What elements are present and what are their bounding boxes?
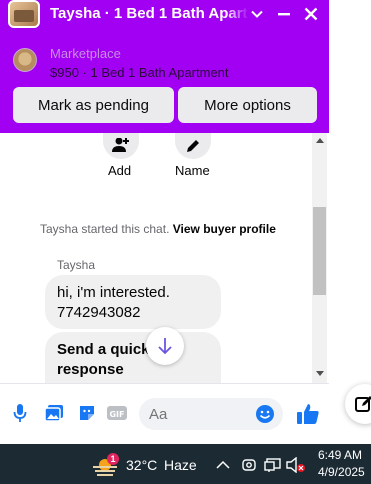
scroll-to-bottom-button[interactable]	[146, 327, 184, 365]
marketplace-label: Marketplace	[50, 46, 121, 61]
chevron-down-icon[interactable]	[245, 2, 269, 26]
edit-name-button[interactable]	[175, 133, 211, 159]
scroll-up-arrow[interactable]	[316, 138, 324, 143]
gif-icon[interactable]: GIF	[106, 402, 128, 424]
scroll-down-arrow[interactable]	[316, 371, 324, 376]
minimize-icon[interactable]	[272, 2, 296, 26]
marketplace-item-row[interactable]: Marketplace $950 · 1 Bed 1 Bath Apartmen…	[0, 44, 329, 80]
emoji-icon[interactable]	[255, 404, 275, 429]
chat-title[interactable]: Taysha · 1 Bed 1 Bath Apart	[50, 5, 248, 22]
listing-title: $950 · 1 Bed 1 Bath Apartment	[50, 65, 229, 80]
composer: GIF	[0, 383, 329, 444]
listing-thumbnail	[13, 48, 37, 72]
close-icon[interactable]	[299, 2, 323, 26]
system-message: Taysha started this chat. View buyer pro…	[40, 222, 276, 236]
more-options-button[interactable]: More options	[178, 87, 317, 123]
name-label: Name	[175, 163, 210, 178]
quick-response-bubble[interactable]: Send a quick response	[45, 332, 221, 383]
add-person-button[interactable]	[103, 133, 139, 159]
view-buyer-profile-link[interactable]: View buyer profile	[173, 222, 276, 236]
scrollbar-thumb[interactable]	[313, 207, 326, 295]
weather-condition[interactable]: Haze	[164, 457, 197, 473]
message-list[interactable]: Add Name Taysha started this chat. View …	[0, 133, 329, 383]
chevron-up-icon[interactable]	[215, 456, 231, 474]
sender-name: Taysha	[57, 258, 96, 272]
system-message-text: Taysha started this chat.	[40, 222, 170, 236]
add-label: Add	[108, 163, 132, 178]
camera-icon[interactable]	[241, 456, 257, 474]
add-person-icon	[112, 138, 129, 152]
weather-badge: 1	[107, 453, 119, 465]
clock-time[interactable]: 6:49 AM	[318, 448, 362, 462]
compose-icon	[355, 396, 371, 412]
photo-icon[interactable]	[43, 402, 65, 424]
new-message-button[interactable]	[345, 384, 371, 424]
thumbs-up-icon[interactable]	[295, 401, 321, 427]
message-bubble[interactable]: hi, i'm interested. 7742943082	[45, 275, 221, 329]
volume-muted-icon[interactable]	[286, 456, 306, 474]
clock-date[interactable]: 4/9/2025	[318, 465, 365, 479]
network-icon[interactable]	[264, 456, 282, 474]
scrollbar[interactable]	[312, 133, 327, 383]
arrow-down-icon	[158, 338, 172, 355]
pencil-icon	[187, 140, 199, 152]
avatar[interactable]	[8, 0, 40, 28]
taskbar: 1 32°C Haze 6:49 AM 4/9/2025	[0, 444, 371, 484]
svg-text:GIF: GIF	[109, 410, 124, 419]
temperature[interactable]: 32°C	[126, 457, 157, 473]
sticker-icon[interactable]	[76, 402, 98, 424]
microphone-icon[interactable]	[9, 402, 31, 424]
mark-as-pending-button[interactable]: Mark as pending	[13, 87, 174, 123]
chat-header: Taysha · 1 Bed 1 Bath Apart Marketplace …	[0, 0, 329, 133]
chat-window: Taysha · 1 Bed 1 Bath Apart Marketplace …	[0, 0, 329, 444]
